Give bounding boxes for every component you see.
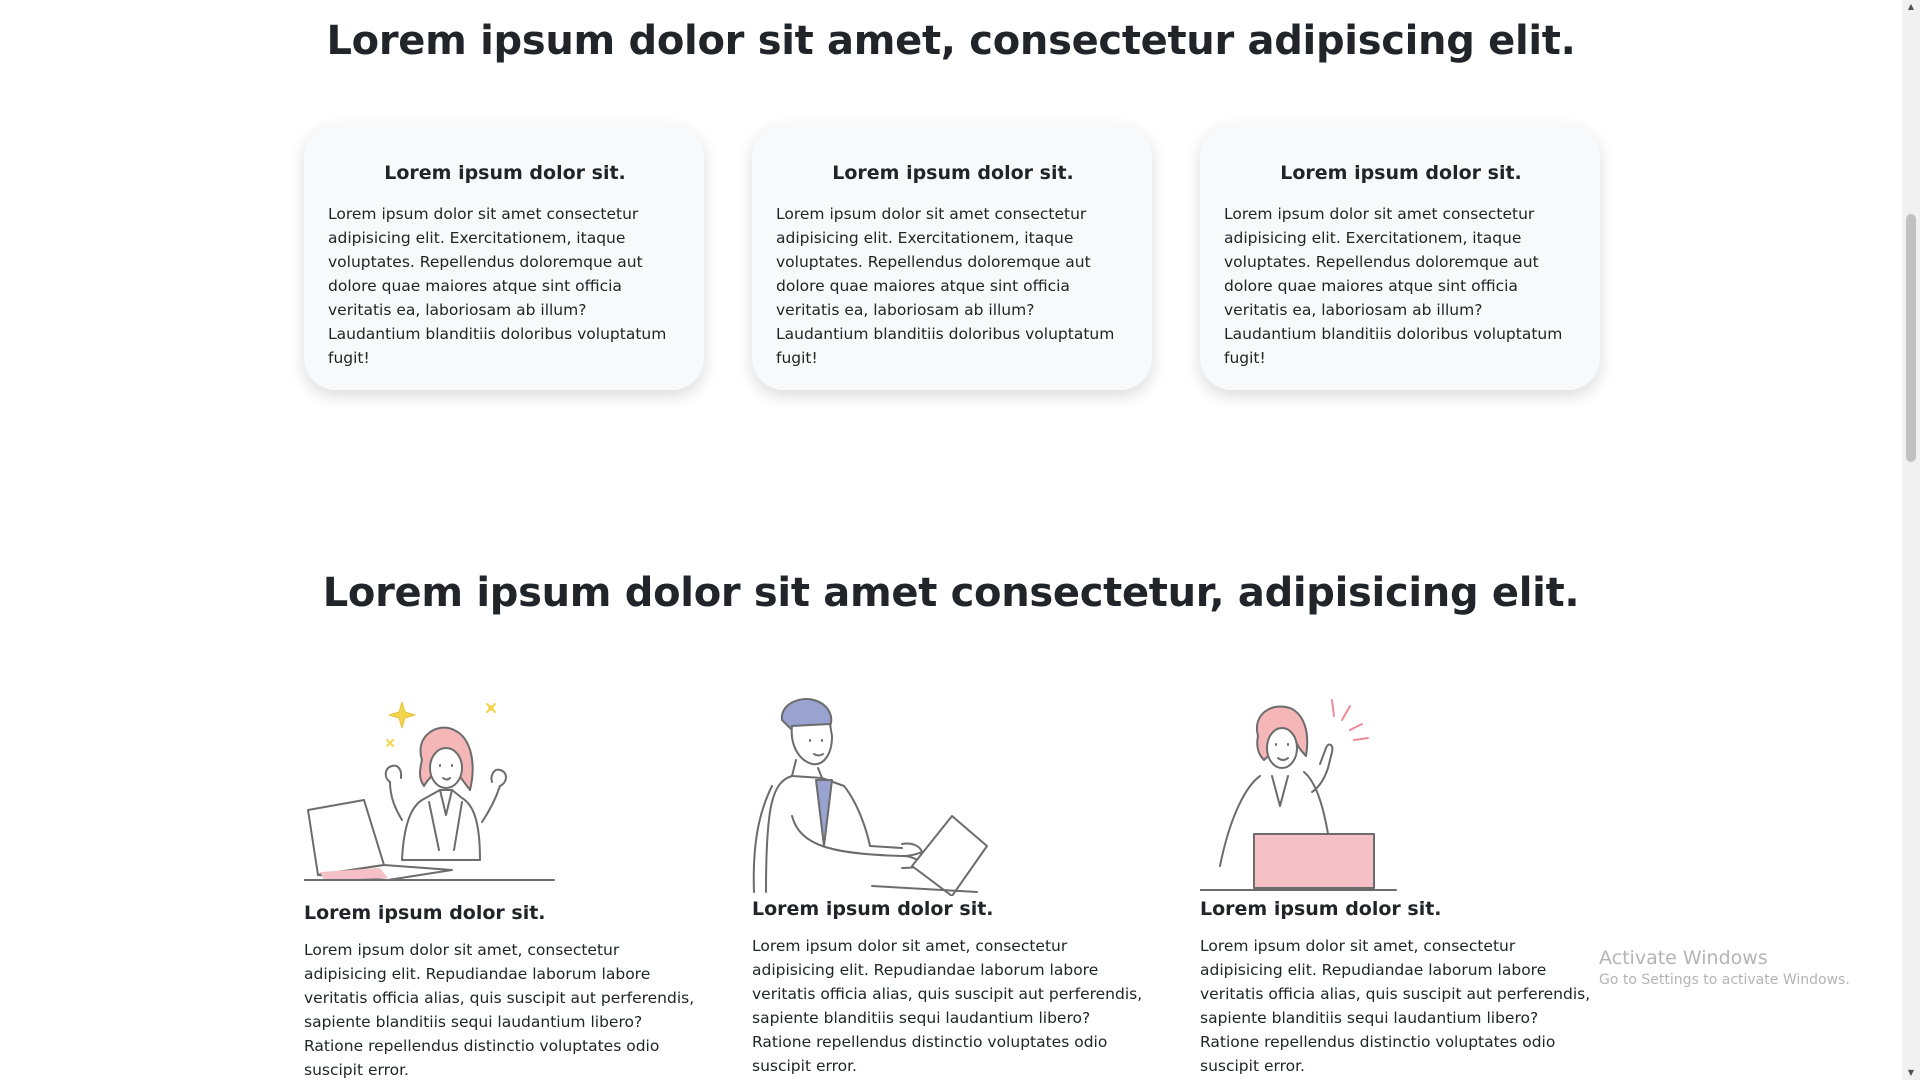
woman-idea-laptop-illustration — [1200, 699, 1397, 891]
man-typing-laptop-illustration — [752, 698, 988, 896]
card-title: Lorem ipsum dolor sit. — [832, 162, 1074, 184]
illustrated-feature: Lorem ipsum dolor sit. Lorem ipsum dolor… — [752, 696, 1152, 1078]
activate-windows-watermark: Activate Windows Go to Settings to activ… — [1599, 946, 1850, 990]
page: Lorem ipsum dolor sit amet, consectetur … — [0, 0, 1902, 1080]
card-title: Lorem ipsum dolor sit. — [384, 162, 626, 184]
section-heading-features: Lorem ipsum dolor sit amet, consectetur … — [326, 18, 1576, 64]
feature-card: Lorem ipsum dolor sit. Lorem ipsum dolor… — [752, 124, 1152, 390]
feature-text: Lorem ipsum dolor sit amet, consectetur … — [304, 941, 695, 1079]
feature-text: Lorem ipsum dolor sit amet, consectetur … — [752, 937, 1143, 1075]
vertical-scrollbar[interactable]: ▲ ▼ — [1902, 0, 1920, 1080]
card-title: Lorem ipsum dolor sit. — [1280, 162, 1522, 184]
feature-card: Lorem ipsum dolor sit. Lorem ipsum dolor… — [1200, 124, 1600, 390]
scroll-down-icon[interactable]: ▼ — [1902, 1066, 1920, 1080]
card-text: Lorem ipsum dolor sit amet consectetur a… — [328, 205, 667, 367]
card-text: Lorem ipsum dolor sit amet consectetur a… — [776, 205, 1115, 367]
scroll-up-icon[interactable]: ▲ — [1902, 0, 1920, 14]
section-heading-illustrations: Lorem ipsum dolor sit amet consectetur, … — [322, 570, 1580, 616]
card-text: Lorem ipsum dolor sit amet consectetur a… — [1224, 205, 1563, 367]
woman-celebrating-laptop-illustration — [304, 701, 555, 881]
feature-card: Lorem ipsum dolor sit. Lorem ipsum dolor… — [304, 124, 704, 390]
watermark-title: Activate Windows — [1599, 947, 1768, 969]
feature-title: Lorem ipsum dolor sit. — [752, 898, 994, 920]
illustrated-feature: Lorem ipsum dolor sit. Lorem ipsum dolor… — [304, 690, 704, 1082]
feature-title: Lorem ipsum dolor sit. — [304, 902, 546, 924]
scrollbar-thumb[interactable] — [1906, 214, 1916, 462]
feature-title: Lorem ipsum dolor sit. — [1200, 898, 1442, 920]
watermark-subtitle: Go to Settings to activate Windows. — [1599, 972, 1850, 988]
illustrated-feature: Lorem ipsum dolor sit. Lorem ipsum dolor… — [1200, 696, 1600, 1078]
feature-text: Lorem ipsum dolor sit amet, consectetur … — [1200, 937, 1591, 1075]
